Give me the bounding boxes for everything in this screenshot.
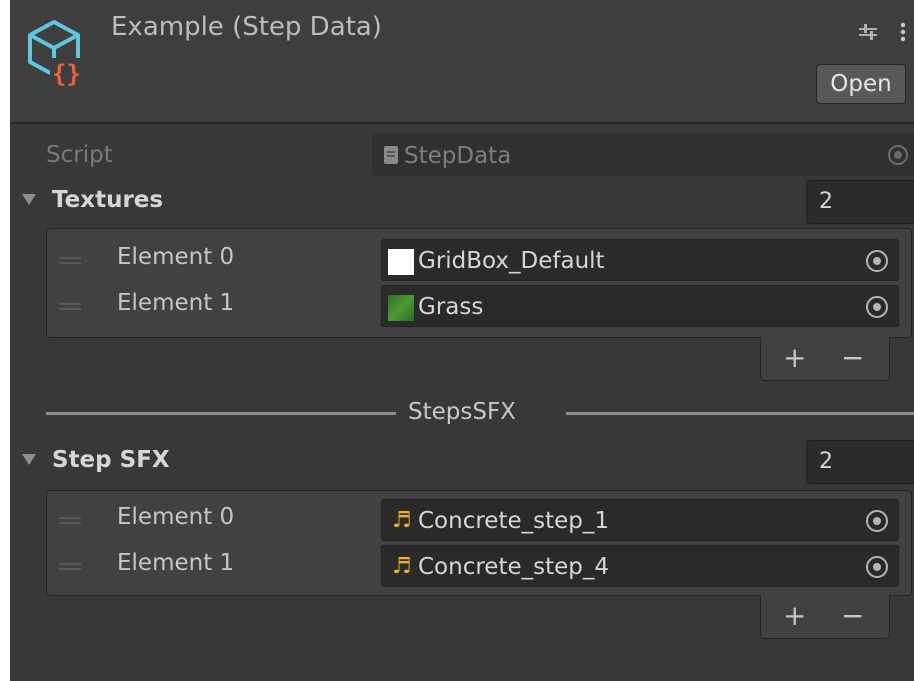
list-item: Element 0 GridBox_Default	[47, 237, 911, 281]
textures-size-field[interactable]: 2	[806, 180, 914, 224]
textures-label: Textures	[52, 187, 164, 213]
object-picker-icon[interactable]	[866, 250, 888, 272]
object-picker-icon[interactable]	[866, 296, 888, 318]
object-picker-icon[interactable]	[866, 510, 888, 532]
element-label: Element 1	[117, 290, 235, 316]
kebab-menu-icon[interactable]	[898, 22, 908, 42]
list-item: Element 1 Grass	[47, 283, 911, 327]
object-picker-icon[interactable]	[866, 556, 888, 578]
section-header-label: StepsSFX	[408, 399, 516, 425]
step-sfx-size-field[interactable]: 2	[806, 440, 914, 484]
section-header: StepsSFX	[46, 398, 914, 428]
object-title: Example (Step Data)	[111, 12, 382, 42]
settings-sliders-icon[interactable]	[858, 22, 878, 42]
add-element-button[interactable]: +	[783, 599, 806, 632]
foldout-arrow-icon[interactable]	[22, 194, 36, 205]
scriptable-object-icon: {}	[28, 20, 88, 88]
textures-list-footer: + −	[760, 337, 890, 381]
textures-list: Element 0 GridBox_Default Element 1 Gras…	[46, 228, 912, 338]
element-label: Element 0	[117, 504, 235, 530]
audio-clip-value: Concrete_step_1	[418, 508, 610, 534]
add-element-button[interactable]: +	[783, 341, 806, 374]
element-label: Element 0	[117, 244, 235, 270]
audio-clip-value: Concrete_step_4	[418, 554, 610, 580]
step-sfx-list-footer: + −	[760, 595, 890, 639]
script-file-icon	[384, 146, 398, 164]
audio-clip-icon: ♬	[392, 508, 412, 533]
list-item: Element 1 ♬ Concrete_step_4	[47, 543, 911, 587]
audio-clip-field[interactable]: ♬ Concrete_step_4	[381, 545, 899, 587]
textures-foldout[interactable]: Textures	[10, 180, 914, 224]
list-item: Element 0 ♬ Concrete_step_1	[47, 497, 911, 541]
texture-value: Grass	[418, 294, 484, 320]
separator-line	[46, 412, 396, 415]
texture-object-field[interactable]: Grass	[381, 285, 899, 327]
remove-element-button[interactable]: −	[841, 341, 864, 374]
texture-object-field[interactable]: GridBox_Default	[381, 239, 899, 281]
audio-clip-field[interactable]: ♬ Concrete_step_1	[381, 499, 899, 541]
svg-text:{}: {}	[52, 60, 81, 88]
drag-handle-icon[interactable]	[59, 563, 81, 565]
texture-thumbnail	[388, 249, 414, 275]
inspector-header: {} Example (Step Data) Open	[10, 0, 914, 124]
drag-handle-icon[interactable]	[59, 303, 81, 305]
script-value: StepData	[404, 143, 512, 169]
script-label: Script	[46, 142, 113, 168]
step-sfx-label: Step SFX	[52, 447, 170, 473]
texture-thumbnail	[388, 295, 414, 321]
open-button[interactable]: Open	[816, 64, 906, 104]
inspector-panel: {} Example (Step Data) Open Script StepD…	[10, 0, 914, 681]
drag-handle-icon[interactable]	[59, 517, 81, 519]
step-sfx-foldout[interactable]: Step SFX	[10, 440, 914, 484]
element-label: Element 1	[117, 550, 235, 576]
step-sfx-list: Element 0 ♬ Concrete_step_1 Element 1 ♬ …	[46, 490, 912, 596]
separator-line	[566, 412, 914, 415]
audio-clip-icon: ♬	[392, 554, 412, 579]
remove-element-button[interactable]: −	[841, 599, 864, 632]
script-field: StepData	[372, 134, 914, 176]
texture-value: GridBox_Default	[418, 248, 605, 274]
object-picker-icon	[888, 145, 908, 165]
foldout-arrow-icon[interactable]	[22, 454, 36, 465]
drag-handle-icon[interactable]	[59, 257, 81, 259]
